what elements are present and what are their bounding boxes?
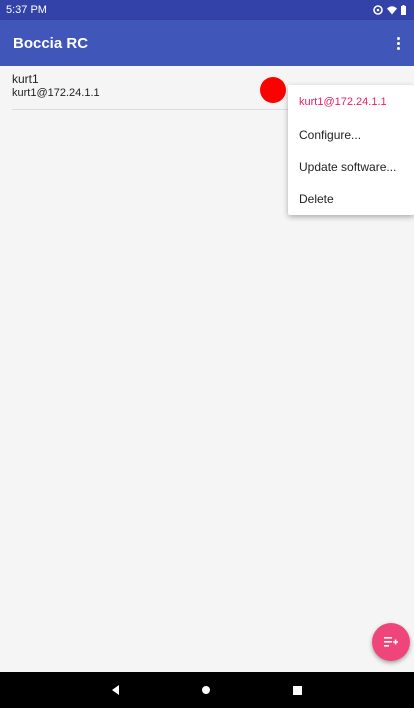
app-bar: Boccia RC (0, 20, 414, 66)
menu-item-configure[interactable]: Configure... (288, 119, 414, 151)
menu-header: kurt1@172.24.1.1 (299, 96, 387, 108)
recents-icon[interactable] (293, 685, 303, 695)
menu-item-delete[interactable]: Delete (288, 183, 414, 215)
battery-icon (401, 5, 406, 15)
status-bar: 5:37 PM (0, 0, 414, 20)
status-icons (373, 5, 406, 15)
add-device-fab[interactable] (372, 623, 410, 661)
back-icon[interactable] (111, 685, 119, 695)
home-icon[interactable] (201, 686, 210, 694)
navigation-bar (0, 672, 414, 708)
wifi-icon (387, 6, 397, 15)
device-popup-menu: kurt1@172.24.1.1 Configure... Update sof… (288, 85, 414, 215)
more-vert-icon[interactable] (390, 31, 406, 55)
app-title: Boccia RC (13, 34, 89, 52)
device-name: kurt1 (12, 72, 39, 86)
status-time: 5:37 PM (6, 4, 47, 16)
menu-item-update-software[interactable]: Update software... (288, 151, 414, 183)
playlist-add-icon (384, 637, 398, 647)
data-saver-icon (373, 5, 383, 15)
connection-status-indicator (260, 77, 286, 103)
